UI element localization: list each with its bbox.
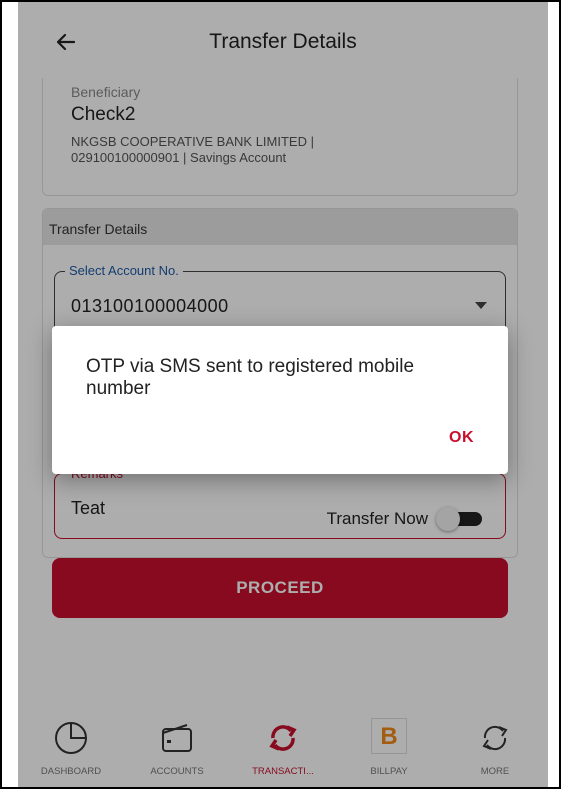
app-screen: Transfer Details Beneficiary Check2 NKGS… bbox=[18, 2, 548, 787]
screen-frame: Transfer Details Beneficiary Check2 NKGS… bbox=[0, 0, 561, 789]
dialog-message: OTP via SMS sent to registered mobile nu… bbox=[86, 356, 415, 399]
otp-dialog: OTP via SMS sent to registered mobile nu… bbox=[52, 326, 508, 474]
ok-button[interactable]: OK bbox=[449, 429, 474, 447]
